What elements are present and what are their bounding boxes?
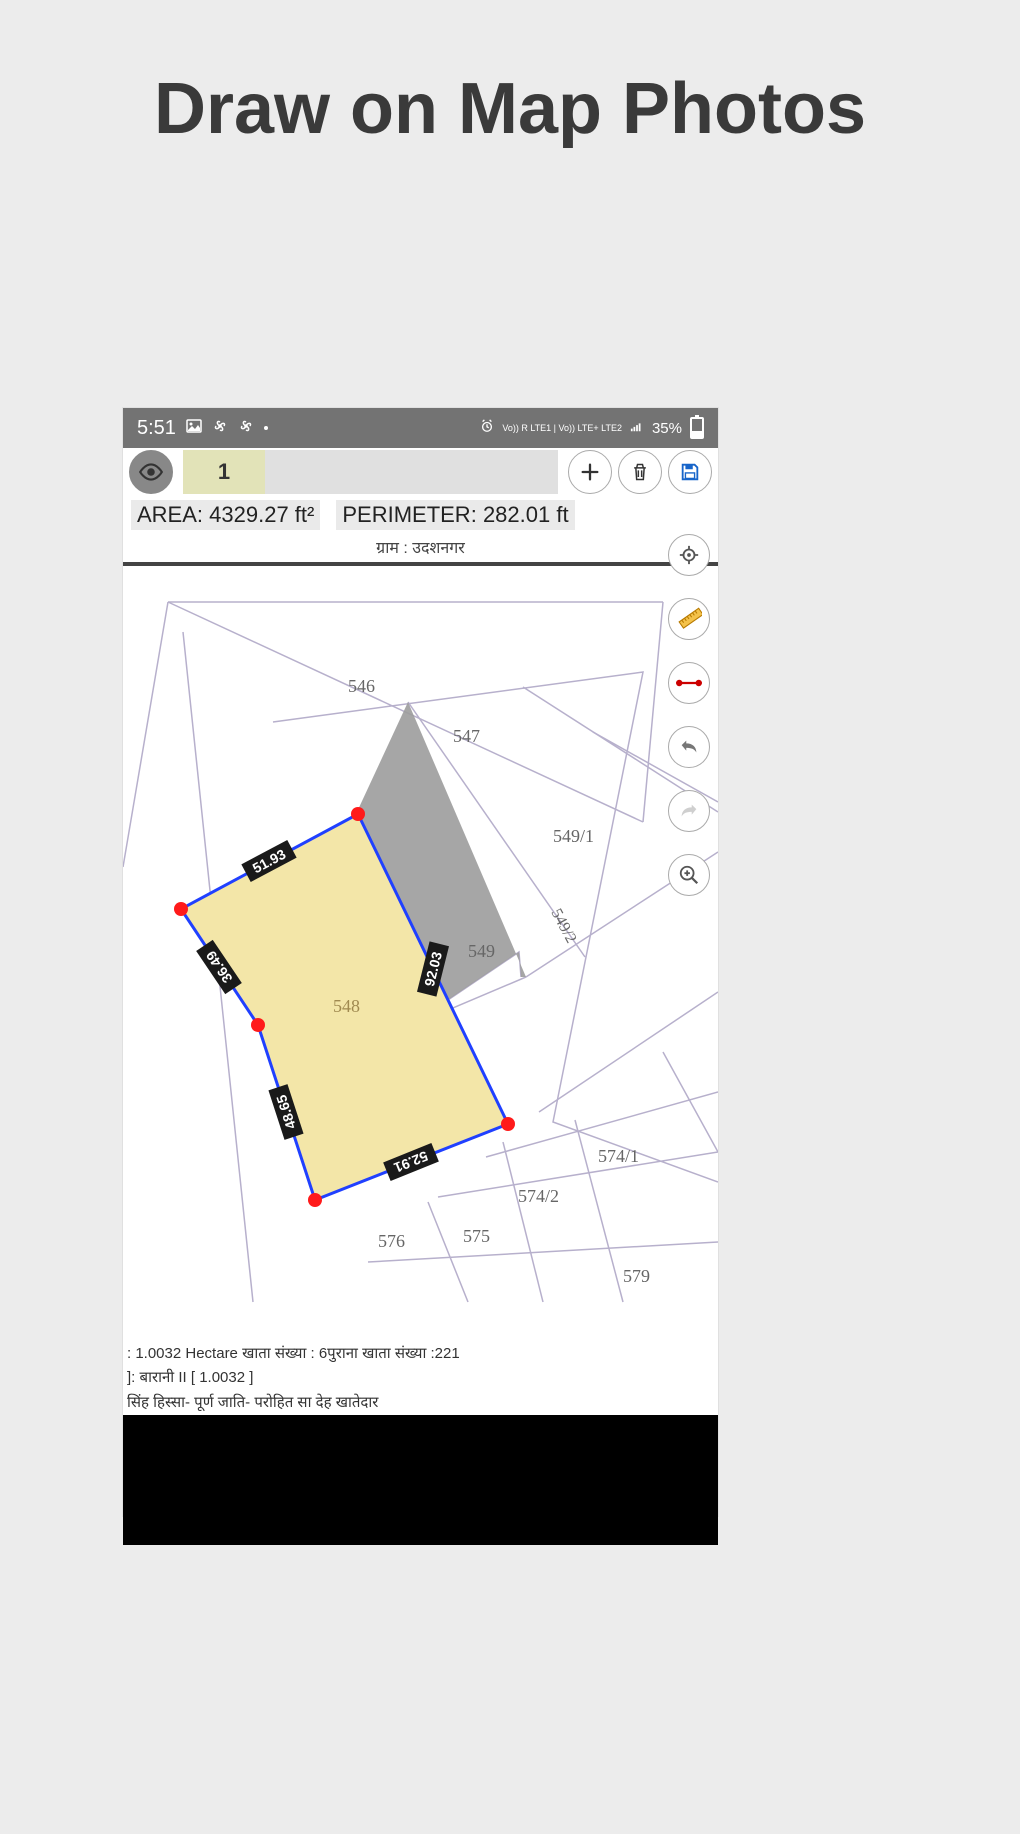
map-canvas[interactable]: ग्राम : उदशनगर bbox=[123, 534, 718, 1342]
phone-frame: 5:51 Vo)) R LTE1 | Vo)) LTE+ LTE2 35% bbox=[123, 408, 718, 1516]
side-tools bbox=[668, 534, 710, 896]
perimeter-stat: PERIMETER: 282.01 ft bbox=[336, 500, 574, 530]
map-svg: 51.93 92.03 52.91 48.65 36.49 bbox=[123, 562, 718, 1342]
save-button[interactable] bbox=[668, 450, 712, 494]
svg-text:549/1: 549/1 bbox=[553, 826, 594, 846]
tab-1[interactable]: 1 bbox=[183, 450, 265, 494]
status-bar: 5:51 Vo)) R LTE1 | Vo)) LTE+ LTE2 35% bbox=[123, 408, 718, 448]
battery-icon bbox=[690, 417, 704, 439]
svg-text:574/1: 574/1 bbox=[598, 1146, 639, 1166]
locate-button[interactable] bbox=[668, 534, 710, 576]
alarm-icon bbox=[480, 419, 494, 437]
tab-strip: 1 bbox=[183, 450, 558, 494]
tab-empty[interactable] bbox=[265, 450, 558, 494]
zoom-in-button[interactable] bbox=[668, 854, 710, 896]
status-time: 5:51 bbox=[137, 417, 176, 440]
svg-text:579: 579 bbox=[623, 1266, 650, 1286]
map-header: ग्राम : उदशनगर bbox=[123, 534, 718, 560]
image-icon bbox=[186, 418, 202, 439]
undo-button[interactable] bbox=[668, 726, 710, 768]
top-toolbar: 1 bbox=[123, 448, 718, 496]
network-text: Vo)) R LTE1 | Vo)) LTE+ LTE2 bbox=[502, 424, 622, 433]
svg-text:549/2: 549/2 bbox=[547, 906, 579, 946]
stats-row: AREA: 4329.27 ft² PERIMETER: 282.01 ft bbox=[123, 496, 718, 534]
svg-text:548: 548 bbox=[333, 996, 360, 1016]
svg-text:549: 549 bbox=[468, 941, 495, 961]
svg-text:546: 546 bbox=[348, 676, 375, 696]
dot-icon bbox=[264, 426, 268, 430]
redo-button[interactable] bbox=[668, 790, 710, 832]
page-title: Draw on Map Photos bbox=[0, 68, 1020, 151]
add-button[interactable] bbox=[568, 450, 612, 494]
ruler-button[interactable] bbox=[668, 598, 710, 640]
fan-icon bbox=[238, 418, 254, 439]
svg-text:575: 575 bbox=[463, 1226, 490, 1246]
footer-black bbox=[123, 1415, 718, 1545]
battery-text: 35% bbox=[652, 420, 682, 437]
line-tool-button[interactable] bbox=[668, 662, 710, 704]
area-stat: AREA: 4329.27 ft² bbox=[131, 500, 320, 530]
delete-button[interactable] bbox=[618, 450, 662, 494]
svg-text:576: 576 bbox=[378, 1231, 405, 1251]
visibility-button[interactable] bbox=[129, 450, 173, 494]
info-strip: : 1.0032 Hectare खाता संख्या : 6पुराना ख… bbox=[123, 1342, 718, 1415]
signal-icon bbox=[630, 419, 644, 437]
fan-icon bbox=[212, 418, 228, 439]
svg-text:547: 547 bbox=[453, 726, 480, 746]
svg-text:574/2: 574/2 bbox=[518, 1186, 559, 1206]
